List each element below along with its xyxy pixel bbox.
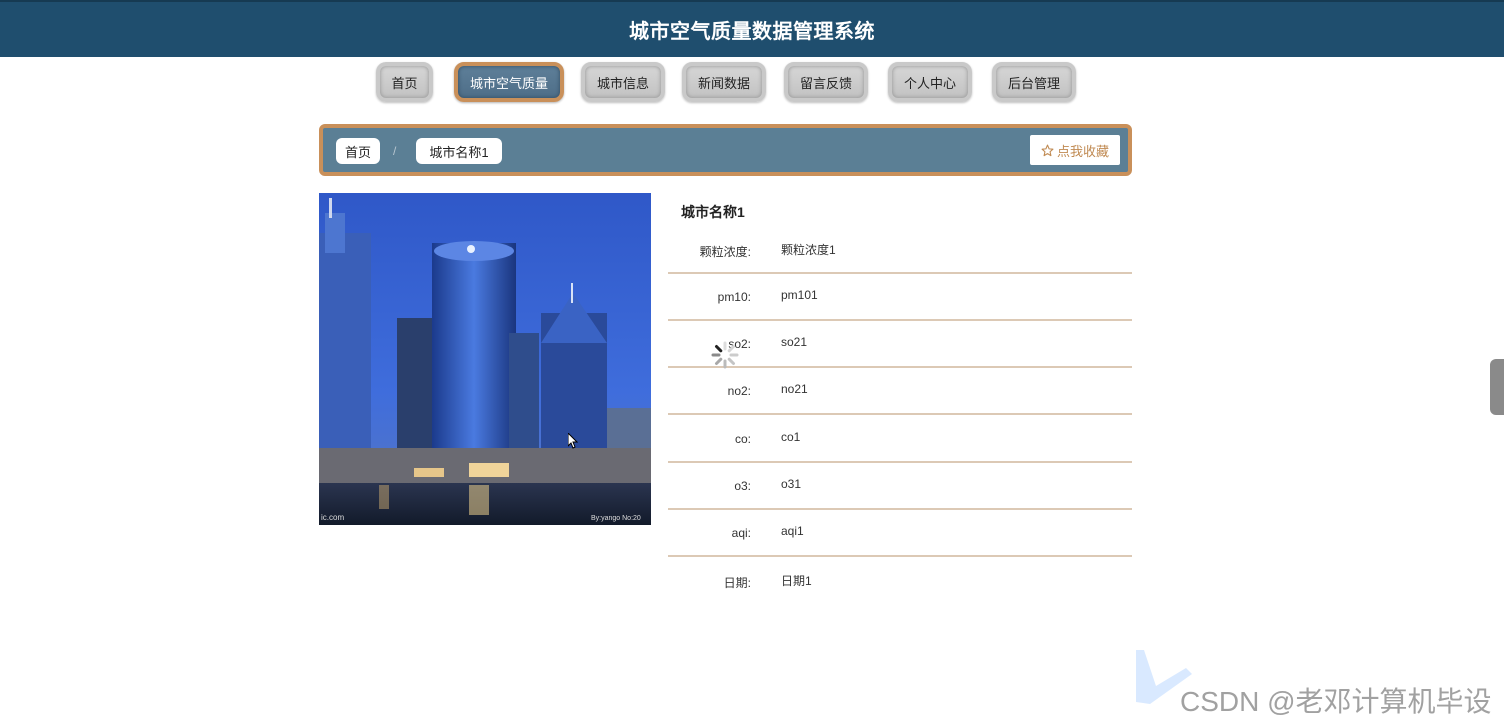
field-value: no21: [781, 382, 808, 396]
nav-item-label: 首页: [391, 75, 418, 91]
mouse-cursor-icon: [568, 433, 578, 449]
city-photo: ic.com By:yango No:20: [319, 193, 651, 525]
nav-item-label: 城市信息: [596, 75, 649, 91]
photo-caption-right: By:yango No:20: [591, 515, 641, 522]
detail-title: 城市名称1: [681, 204, 745, 220]
field-value: o31: [781, 477, 802, 491]
breadcrumb-current: 城市名称1: [416, 138, 502, 164]
nav-item-label: 新闻数据: [697, 75, 750, 91]
field-label: o3:: [734, 479, 751, 493]
loading-spinner-icon: [711, 341, 739, 369]
field-label: aqi:: [731, 526, 751, 540]
top-header: 城市空气质量数据管理系统: [0, 0, 1504, 57]
field-value: so21: [781, 335, 808, 349]
field-label: pm10:: [717, 290, 751, 304]
star-outline-icon: [1041, 144, 1054, 156]
nav-item-label: 留言反馈: [799, 75, 852, 91]
field-label: no2:: [727, 384, 751, 398]
watermark: CSDN @老邓计算机毕设: [1180, 686, 1492, 717]
field-label: co:: [734, 432, 751, 446]
photo-caption-left: ic.com: [321, 513, 344, 522]
page-title: 城市空气质量数据管理系统: [629, 21, 875, 43]
breadcrumb-separator: /: [393, 144, 397, 158]
main-nav: 首页 城市空气质量 城市信息 新闻数据 留言反馈 个人中心 后台管理: [0, 62, 1504, 102]
nav-item-home[interactable]: 首页: [376, 62, 433, 102]
side-panel-tab[interactable]: [1490, 359, 1504, 415]
detail-row-pm10: pm10: pm101: [668, 274, 1132, 321]
breadcrumb-home-label: 首页: [344, 144, 371, 160]
nav-item-admin[interactable]: 后台管理: [992, 62, 1076, 102]
field-value: pm101: [781, 288, 818, 302]
detail-row-no2: no2: no21: [668, 368, 1132, 415]
field-value: co1: [781, 430, 801, 444]
detail-row-aqi: aqi: aqi1: [668, 510, 1132, 557]
nav-item-feedback[interactable]: 留言反馈: [784, 62, 868, 102]
nav-item-news[interactable]: 新闻数据: [682, 62, 766, 102]
favorite-label: 点我收藏: [1056, 143, 1109, 159]
field-label: 日期:: [723, 576, 751, 590]
nav-item-air-quality[interactable]: 城市空气质量: [454, 62, 564, 102]
detail-row-co: co: co1: [668, 416, 1132, 463]
field-value: 日期1: [781, 574, 812, 588]
nav-item-label: 后台管理: [1007, 75, 1060, 91]
detail-row-particle: 颗粒浓度: 颗粒浓度1: [668, 227, 1132, 274]
detail-row-o3: o3: o31: [668, 463, 1132, 510]
nav-item-profile[interactable]: 个人中心: [888, 62, 972, 102]
breadcrumb: 首页 / 城市名称1 点我收藏: [319, 124, 1132, 176]
favorite-button[interactable]: 点我收藏: [1030, 135, 1120, 165]
nav-item-city-info[interactable]: 城市信息: [581, 62, 665, 102]
field-value: aqi1: [781, 524, 804, 538]
breadcrumb-current-label: 城市名称1: [429, 144, 489, 160]
field-value: 颗粒浓度1: [781, 243, 836, 257]
nav-item-label: 个人中心: [903, 75, 956, 91]
detail-row-date: 日期: 日期1: [668, 558, 1132, 605]
nav-item-label: 城市空气质量: [469, 75, 548, 91]
breadcrumb-home[interactable]: 首页: [336, 138, 380, 164]
field-label: 颗粒浓度:: [699, 245, 751, 259]
